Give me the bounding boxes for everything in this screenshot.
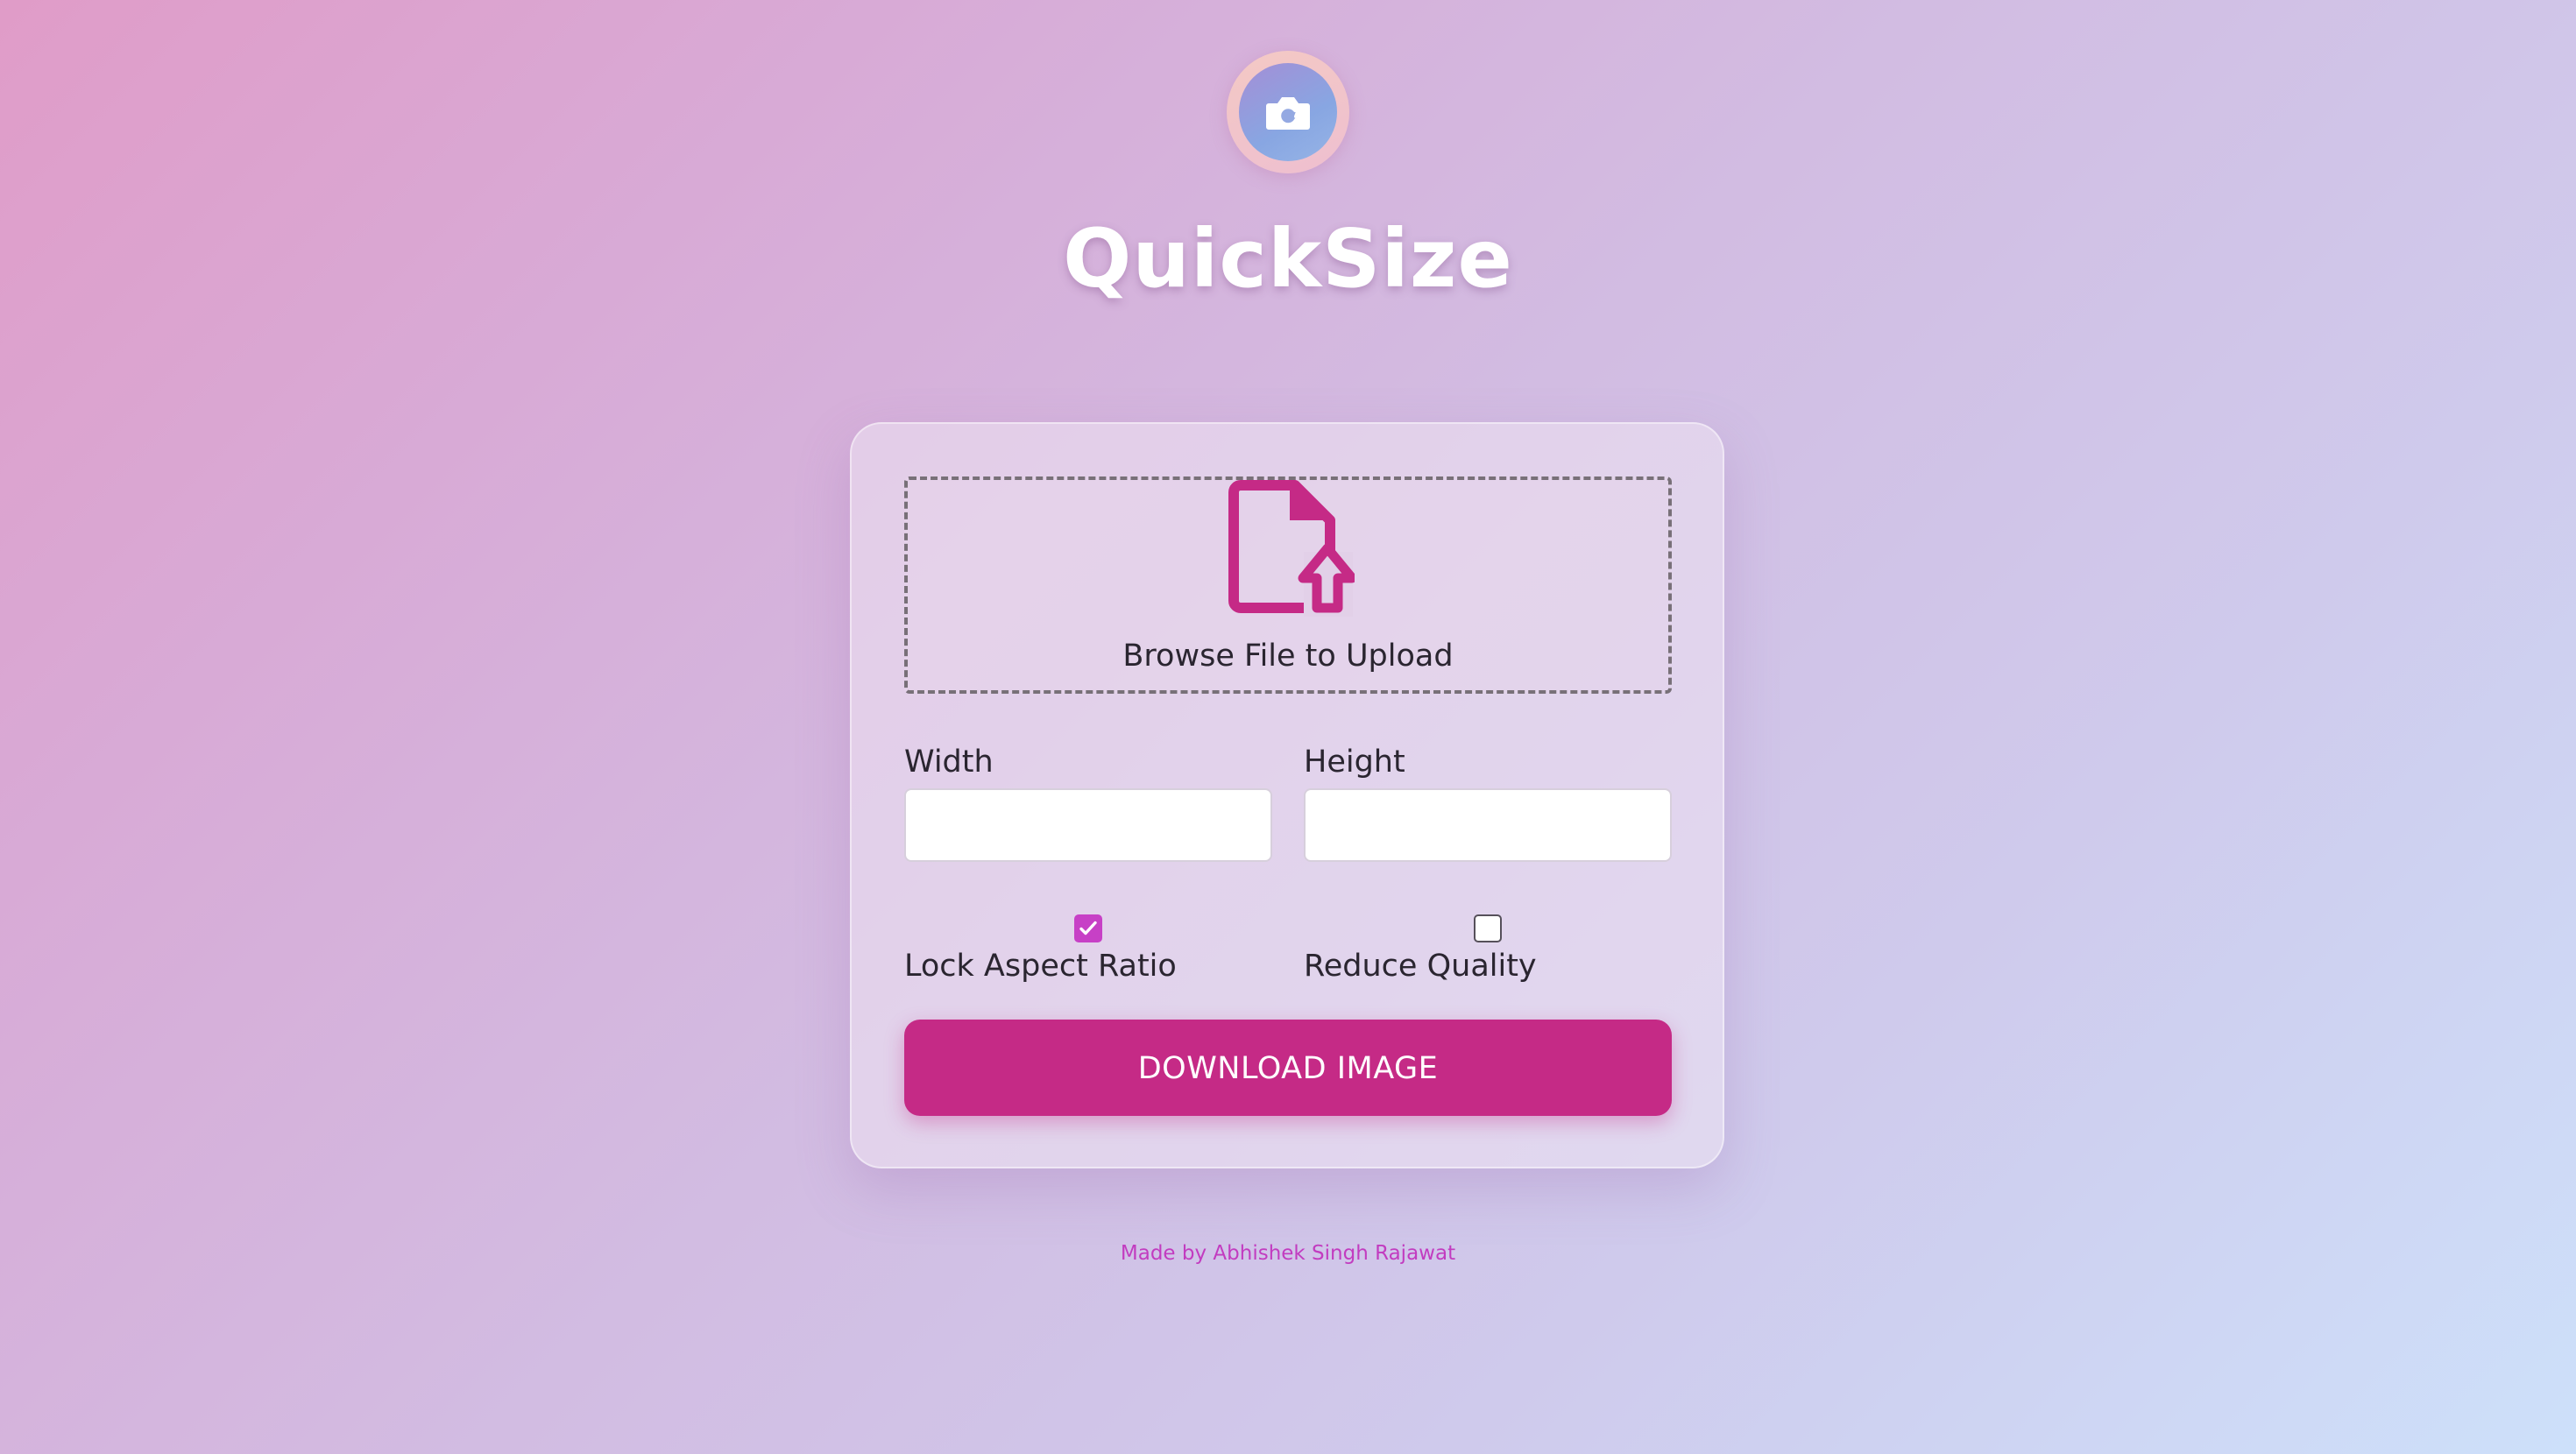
- download-image-button[interactable]: DOWNLOAD IMAGE: [904, 1020, 1672, 1116]
- camera-rotate-icon: [1266, 97, 1310, 130]
- height-label: Height: [1304, 745, 1405, 780]
- reduce-quality-label: Reduce Quality: [1304, 949, 1537, 984]
- logo-badge: [1239, 63, 1337, 161]
- app-title: QuickSize: [1063, 212, 1513, 306]
- resize-card: Browse File to Upload Width Height Lock …: [850, 422, 1724, 1168]
- upload-label: Browse File to Upload: [1122, 639, 1454, 674]
- lock-aspect-ratio-label: Lock Aspect Ratio: [904, 949, 1177, 984]
- reduce-quality-checkbox[interactable]: [1474, 914, 1502, 942]
- checkmark-icon: [1079, 921, 1097, 935]
- width-input[interactable]: [904, 788, 1272, 862]
- width-label: Width: [904, 745, 994, 780]
- footer-credit[interactable]: Made by Abhishek Singh Rajawat: [0, 1239, 2576, 1268]
- file-upload-icon: [1228, 480, 1355, 617]
- lock-aspect-ratio-checkbox[interactable]: [1074, 914, 1102, 942]
- height-input[interactable]: [1304, 788, 1672, 862]
- file-upload-dropzone[interactable]: Browse File to Upload: [904, 476, 1672, 694]
- app-logo: [1227, 51, 1349, 173]
